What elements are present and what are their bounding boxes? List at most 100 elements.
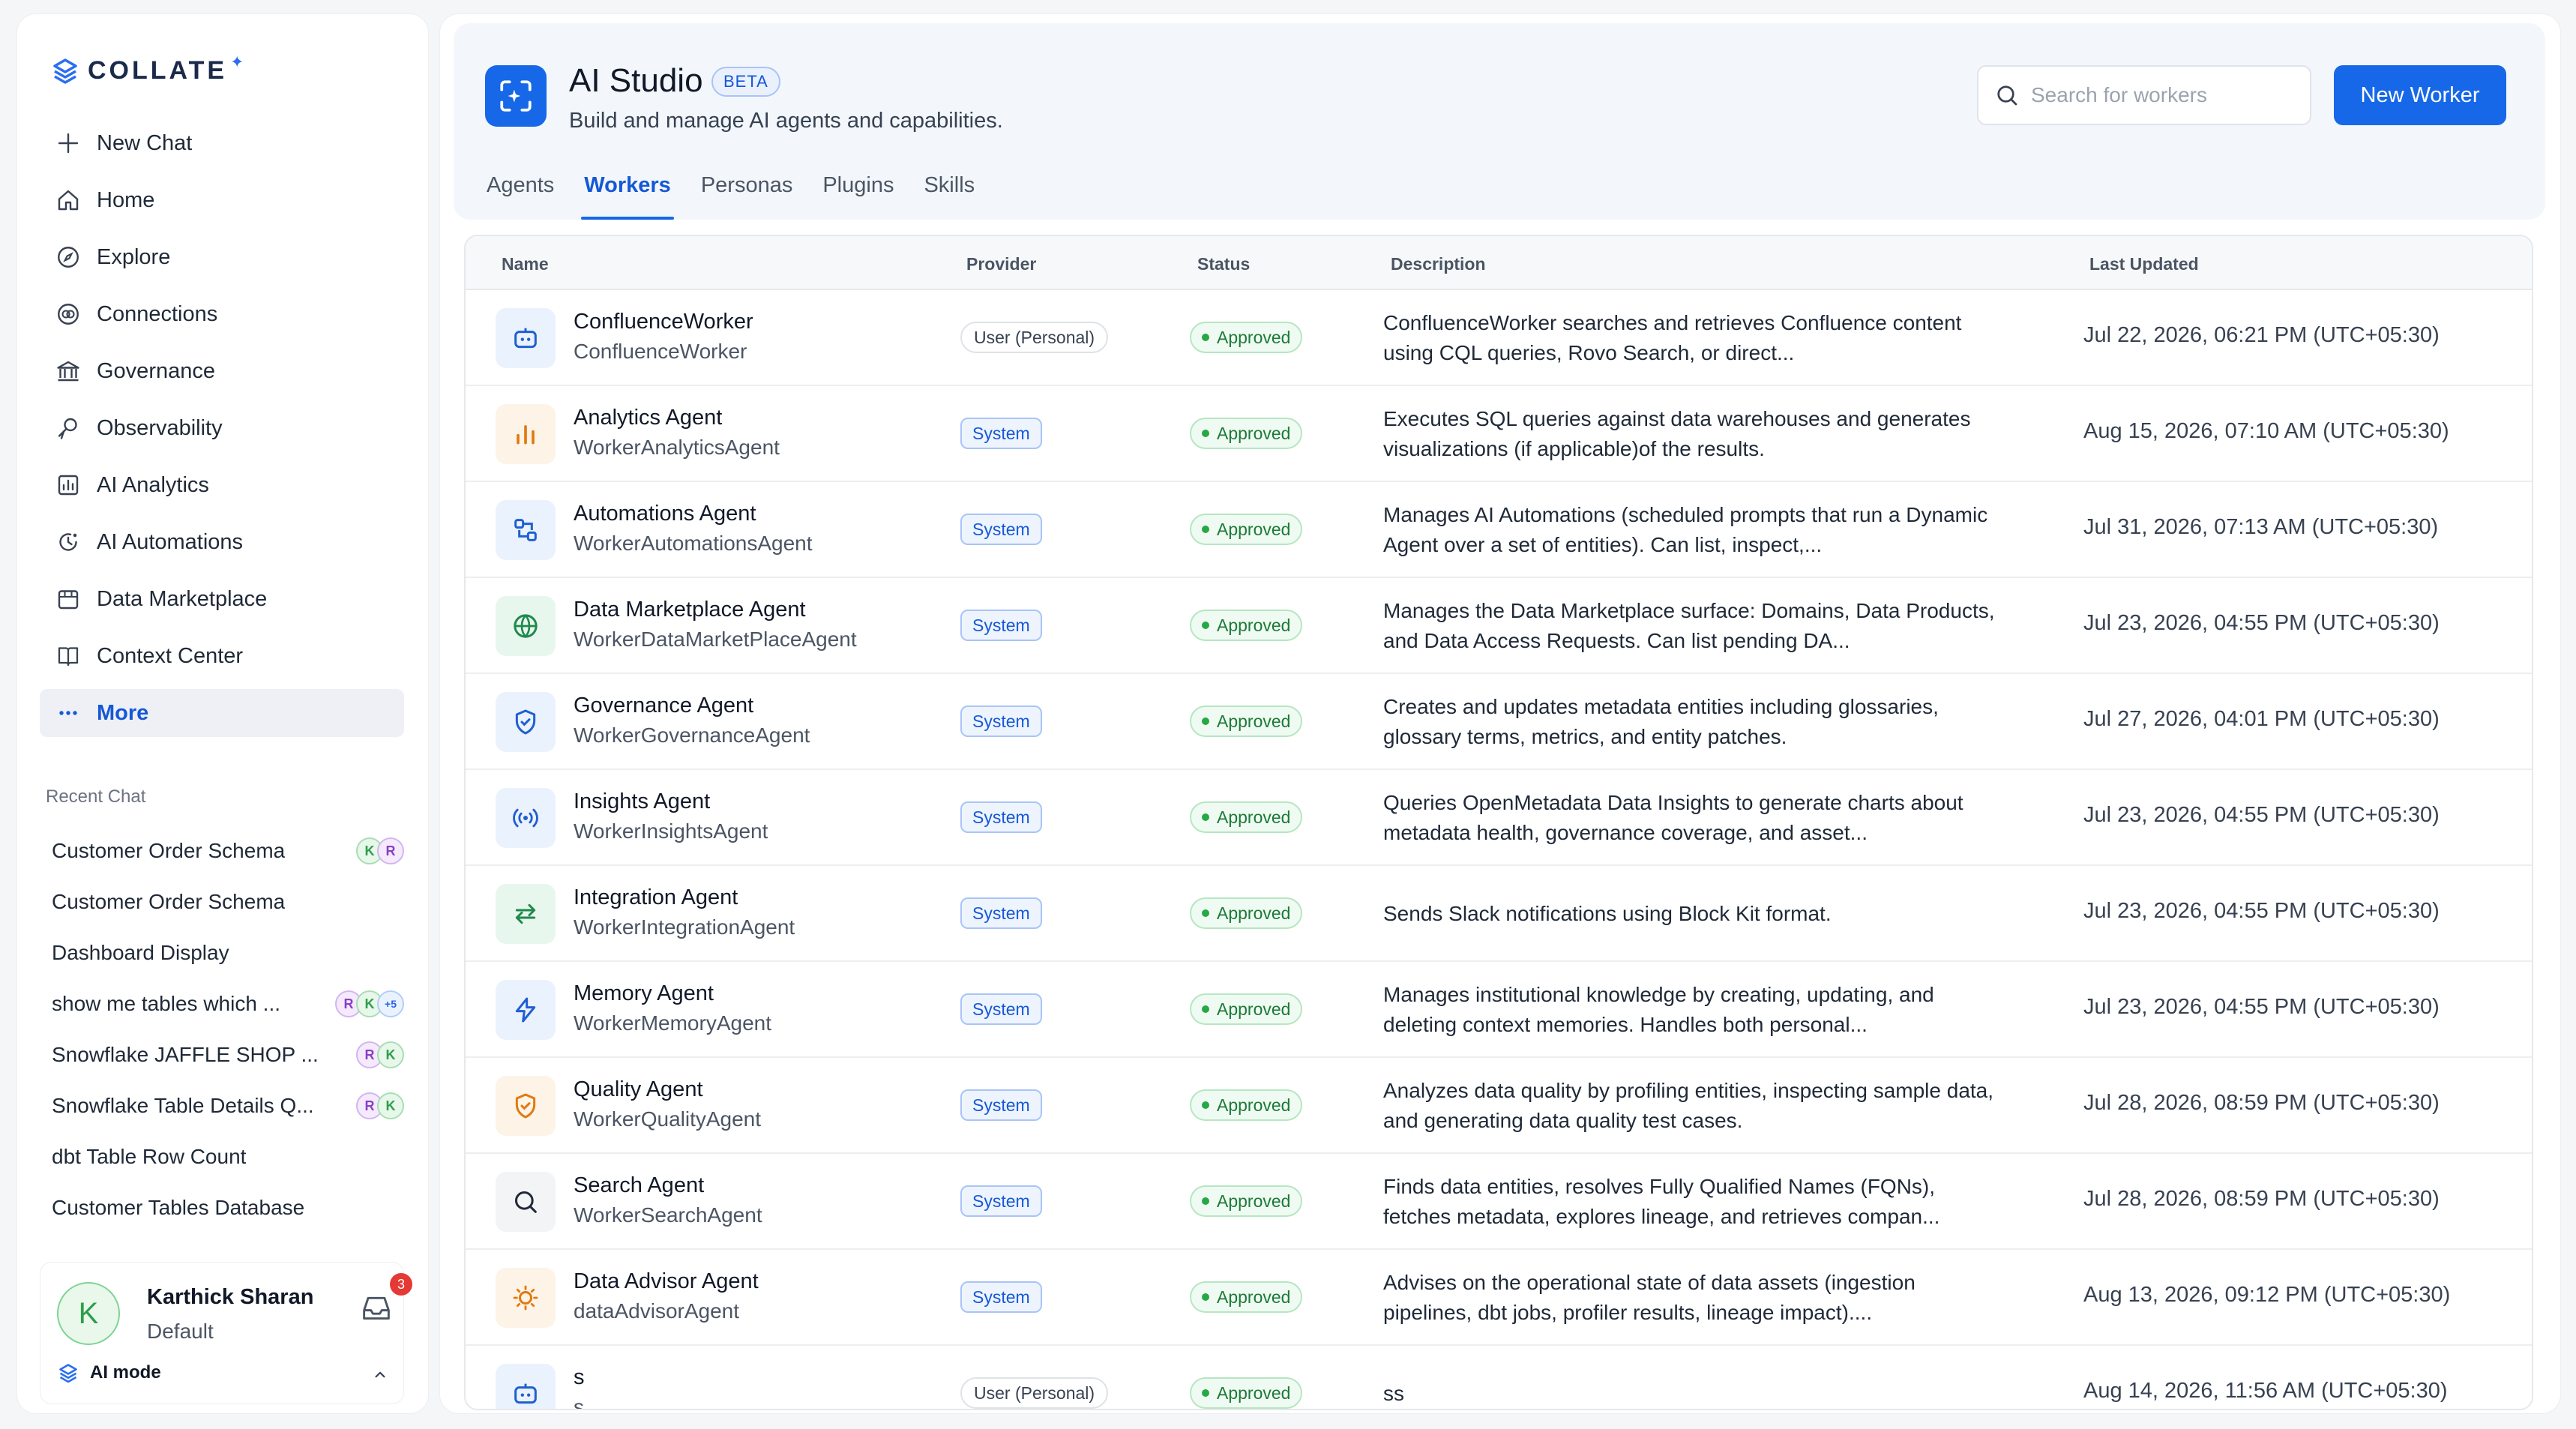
status-cell: Approved: [1190, 706, 1303, 737]
last-updated: Jul 28, 2026, 08:59 PM (UTC+05:30): [2083, 1091, 2440, 1115]
provider-badge: System: [960, 801, 1042, 833]
provider-badge: System: [960, 418, 1042, 449]
recent-chat-item[interactable]: Snowflake Table Details Q... R K: [40, 1080, 415, 1131]
status-cell: Approved: [1190, 418, 1303, 449]
recent-chat-item[interactable]: Customer Order Schema: [40, 876, 415, 927]
chevron-up-icon[interactable]: [370, 1365, 390, 1384]
status-label: Approved: [1217, 327, 1291, 347]
worker-name[interactable]: Data Marketplace Agent: [574, 598, 806, 622]
worker-name[interactable]: Insights Agent: [574, 789, 710, 814]
nav-data-marketplace[interactable]: Data Marketplace: [40, 575, 404, 623]
nav-ai-automations[interactable]: AI Automations: [40, 518, 404, 566]
recent-chat-item[interactable]: Dashboard Display: [40, 927, 415, 978]
plus-icon: [53, 128, 83, 158]
worker-name[interactable]: ConfluenceWorker: [574, 310, 753, 334]
table-row[interactable]: s s User (Personal) Approved ss Aug 14, 2026,…: [466, 1346, 2532, 1409]
last-updated: Aug 14, 2026, 11:56 AM (UTC+05:30): [2083, 1379, 2448, 1403]
status-cell: Approved: [1190, 322, 1303, 353]
table-row[interactable]: ConfluenceWorker ConfluenceWorker User (Pe…: [466, 290, 2532, 386]
provider-cell: System: [960, 418, 1042, 449]
main-panel: AI Studio BETA Build and manage AI agent…: [439, 13, 2561, 1414]
table-row[interactable]: Quality Agent WorkerQualityAgent System App…: [466, 1058, 2532, 1154]
table-row[interactable]: Analytics Agent WorkerAnalyticsAgent Syste…: [466, 386, 2532, 482]
table-row[interactable]: Data Marketplace Agent WorkerDataMarketPl…: [466, 578, 2532, 674]
table-row[interactable]: Memory Agent WorkerMemoryAgent System Appro…: [466, 962, 2532, 1058]
worker-name[interactable]: Analytics Agent: [574, 406, 722, 430]
search-icon: [1997, 85, 2017, 106]
last-updated: Jul 23, 2026, 04:55 PM (UTC+05:30): [2083, 611, 2440, 635]
recent-chat-label: Customer Tables Database: [52, 1196, 305, 1219]
table-row[interactable]: Data Advisor Agent dataAdvisorAgent System…: [466, 1250, 2532, 1346]
column-header-last-updated[interactable]: Last Updated: [2089, 254, 2199, 274]
worker-id: WorkerAnalyticsAgent: [574, 436, 780, 459]
worker-id: WorkerAutomationsAgent: [574, 532, 813, 555]
worker-name[interactable]: Quality Agent: [574, 1077, 703, 1102]
status-dot: [1202, 909, 1209, 917]
worker-name[interactable]: s: [574, 1365, 585, 1390]
provider-badge: System: [960, 706, 1042, 737]
globe-icon: [514, 614, 538, 639]
column-header-description[interactable]: Description: [1391, 254, 1486, 274]
nav-observability[interactable]: Observability: [40, 404, 404, 452]
connections-icon: [53, 299, 83, 329]
last-updated: Jul 23, 2026, 04:55 PM (UTC+05:30): [2083, 899, 2440, 923]
brand-logo[interactable]: COLLATE ✦: [50, 52, 244, 89]
search-input[interactable]: [2031, 83, 2301, 107]
tab-skills[interactable]: Skills: [924, 170, 975, 220]
provider-cell: User (Personal): [960, 1377, 1109, 1409]
nav-home[interactable]: Home: [40, 176, 404, 224]
provider-cell: System: [960, 1281, 1042, 1313]
nav-context-center[interactable]: Context Center: [40, 632, 404, 680]
tab-personas[interactable]: Personas: [701, 170, 793, 220]
recent-chat-item[interactable]: Customer Order Schema K R: [40, 825, 415, 876]
status-cell: Approved: [1190, 1377, 1303, 1409]
recent-chat-item[interactable]: Snowflake JAFFLE SHOP ... R K: [40, 1029, 415, 1080]
recent-chat-label: Snowflake JAFFLE SHOP ...: [52, 1043, 319, 1066]
avatar: K: [377, 1092, 404, 1119]
store-icon: [53, 584, 83, 614]
recent-chat-item[interactable]: show me tables which ... R K +5: [40, 978, 415, 1029]
tab-agents[interactable]: Agents: [487, 170, 554, 220]
tab-workers[interactable]: Workers: [581, 170, 674, 220]
table-row[interactable]: Integration Agent WorkerIntegrationAgent S…: [466, 866, 2532, 962]
nav-label: Connections: [97, 301, 218, 326]
table-row[interactable]: Insights Agent WorkerInsightsAgent System A…: [466, 770, 2532, 866]
nav-explore[interactable]: Explore: [40, 233, 404, 281]
nav-new-chat[interactable]: New Chat: [40, 119, 404, 167]
worker-name[interactable]: Memory Agent: [574, 981, 714, 1006]
table-row[interactable]: Automations Agent WorkerAutomationsAgent S…: [466, 482, 2532, 578]
status-badge: Approved: [1190, 1281, 1303, 1313]
nav-more[interactable]: More: [40, 689, 404, 737]
status-label: Approved: [1217, 711, 1291, 731]
recent-chat-item[interactable]: Customer Tables Database: [40, 1182, 415, 1233]
user-card[interactable]: K Karthick Sharan Default 3 AI mode: [40, 1262, 412, 1404]
status-cell: Approved: [1190, 993, 1303, 1025]
status-dot: [1202, 717, 1209, 725]
provider-badge: System: [960, 993, 1042, 1025]
inbox-icon[interactable]: [360, 1293, 393, 1323]
table-row[interactable]: Governance Agent WorkerGovernanceAgent Sys…: [466, 674, 2532, 770]
nav-governance[interactable]: Governance: [40, 347, 404, 395]
nav-ai-analytics[interactable]: AI Analytics: [40, 461, 404, 509]
last-updated: Jul 23, 2026, 04:55 PM (UTC+05:30): [2083, 995, 2440, 1019]
table-row[interactable]: Search Agent WorkerSearchAgent System Appro…: [466, 1154, 2532, 1250]
nav-label: Context Center: [97, 643, 244, 668]
column-header-status[interactable]: Status: [1197, 254, 1250, 274]
recent-chat-item[interactable]: dbt Table Row Count: [40, 1131, 415, 1182]
avatar: K: [377, 1041, 404, 1068]
worker-name[interactable]: Automations Agent: [574, 502, 756, 526]
worker-name[interactable]: Governance Agent: [574, 694, 753, 718]
worker-name[interactable]: Search Agent: [574, 1173, 704, 1198]
nav-connections[interactable]: Connections: [40, 290, 404, 338]
ai-mode-toggle[interactable]: AI mode: [57, 1362, 161, 1384]
tab-plugins[interactable]: Plugins: [822, 170, 894, 220]
worker-description: Manages the Data Marketplace surface: Do…: [1383, 599, 1995, 652]
worker-name[interactable]: Integration Agent: [574, 885, 738, 910]
new-worker-button[interactable]: New Worker: [2334, 65, 2506, 125]
worker-name[interactable]: Data Advisor Agent: [574, 1269, 759, 1294]
column-header-provider[interactable]: Provider: [966, 254, 1036, 274]
status-label: Approved: [1217, 807, 1291, 827]
column-header-name[interactable]: Name: [502, 254, 549, 274]
status-dot: [1202, 430, 1209, 437]
search-box[interactable]: [1977, 65, 2311, 125]
